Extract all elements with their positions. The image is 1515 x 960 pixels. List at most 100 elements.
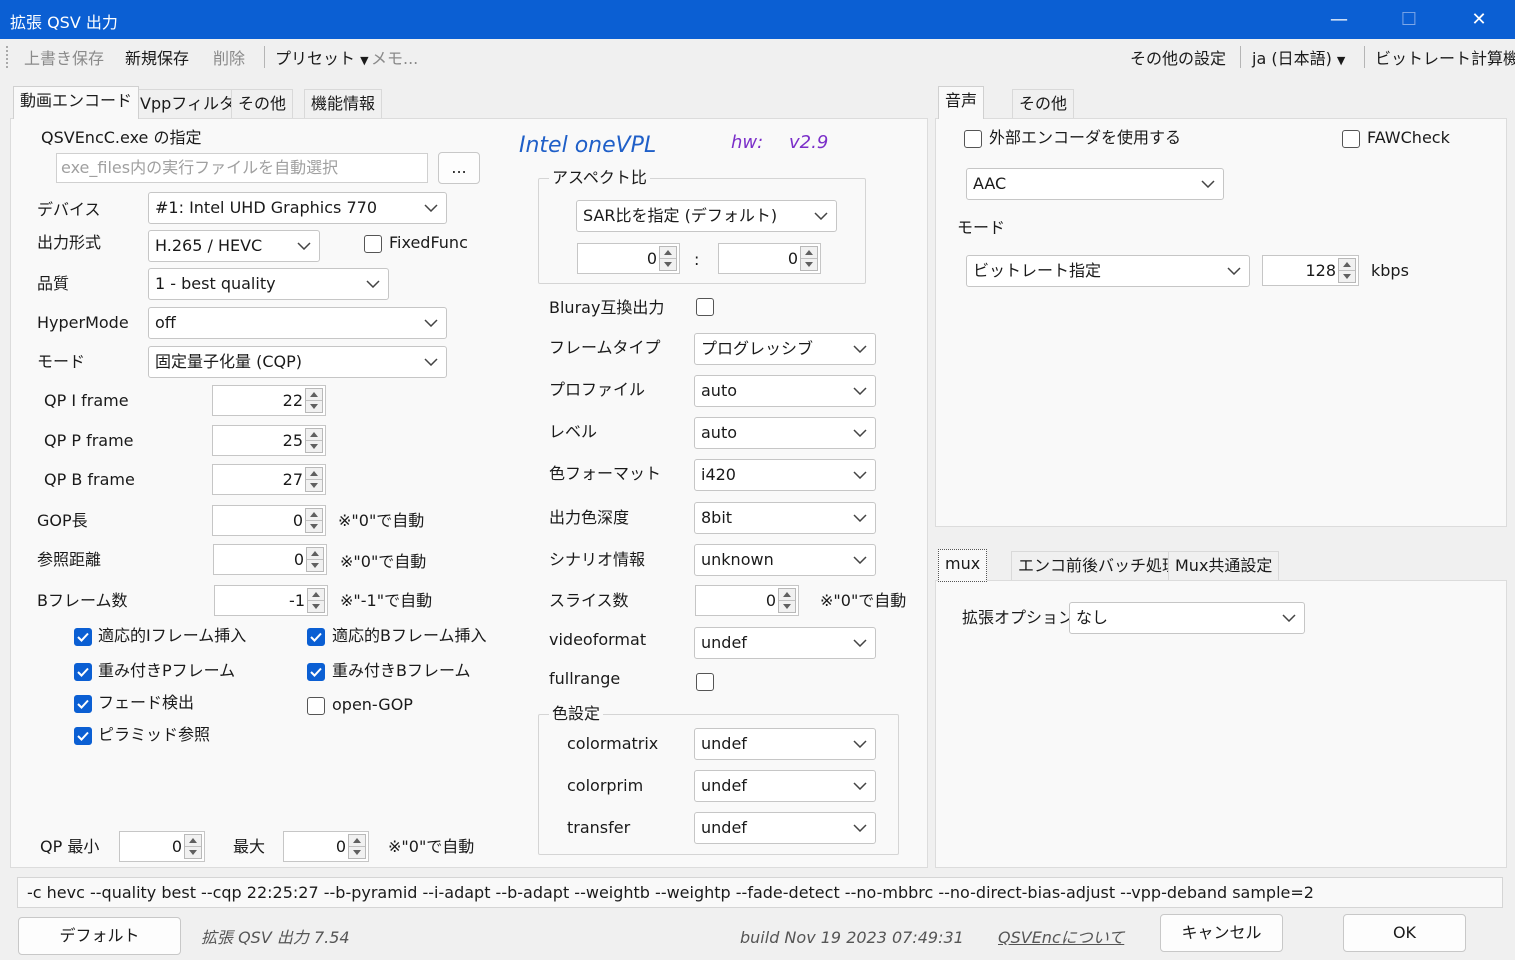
- device-select[interactable]: #1: Intel UHD Graphics 770: [148, 192, 447, 224]
- level-select[interactable]: auto: [694, 417, 876, 449]
- qp-max-label: 最大: [233, 837, 266, 856]
- qp-max-spinner[interactable]: 0: [283, 831, 369, 862]
- colorprim-select[interactable]: undef: [694, 770, 876, 802]
- delete-button[interactable]: 削除: [213, 45, 245, 69]
- spin-arrows-icon[interactable]: [306, 547, 324, 572]
- tab-video-encode[interactable]: 動画エンコード: [13, 86, 140, 119]
- ok-button[interactable]: OK: [1343, 914, 1466, 952]
- spin-arrows-icon[interactable]: [659, 246, 677, 271]
- slice-spinner[interactable]: 0: [695, 585, 799, 616]
- browse-button[interactable]: ...: [438, 152, 480, 184]
- chevron-down-icon: [364, 269, 382, 299]
- exe-path-input[interactable]: exe_files内の実行ファイルを自動選択: [56, 153, 428, 183]
- bframes-spinner[interactable]: -1: [214, 585, 328, 616]
- weighted-b-label: 重み付きBフレーム: [332, 661, 471, 680]
- cancel-button[interactable]: キャンセル: [1160, 914, 1283, 952]
- minimize-button[interactable]: —: [1304, 0, 1374, 39]
- frametype-select[interactable]: プログレッシブ: [694, 333, 876, 365]
- videoformat-select[interactable]: undef: [694, 627, 876, 659]
- audio-mode-select[interactable]: ビットレート指定: [966, 255, 1250, 287]
- audio-codec-select[interactable]: AAC: [966, 168, 1224, 200]
- audio-mode-label: モード: [957, 218, 1006, 237]
- new-save-button[interactable]: 新規保存: [125, 45, 189, 69]
- tab-mux[interactable]: mux: [938, 549, 988, 582]
- pyramid-checkbox[interactable]: [74, 727, 92, 745]
- spin-arrows-icon[interactable]: [348, 834, 366, 859]
- maximize-button[interactable]: ☐: [1374, 0, 1444, 39]
- tab-vpp-filter[interactable]: Vppフィルタ: [133, 89, 242, 119]
- spin-arrows-icon[interactable]: [305, 467, 323, 492]
- tab-mux-common[interactable]: Mux共通設定: [1168, 551, 1280, 581]
- default-button[interactable]: デフォルト: [18, 917, 181, 955]
- vpl-hw-version: v2.9: [789, 132, 829, 153]
- fixedfunc-checkbox[interactable]: [364, 235, 382, 253]
- fawcheck-checkbox[interactable]: [1342, 130, 1360, 148]
- tab-batch[interactable]: エンコ前後バッチ処理: [1011, 551, 1186, 581]
- output-format-select[interactable]: H.265 / HEVC: [148, 230, 320, 262]
- frametype-label: フレームタイプ: [549, 338, 661, 357]
- quality-select[interactable]: 1 - best quality: [148, 268, 389, 300]
- spin-arrows-icon[interactable]: [305, 428, 323, 453]
- tab-audio[interactable]: 音声: [938, 86, 985, 119]
- toolbar-grip: [6, 46, 9, 68]
- weighted-p-label: 重み付きPフレーム: [98, 661, 236, 680]
- fullrange-checkbox[interactable]: [696, 673, 714, 691]
- tab-other[interactable]: その他: [231, 89, 294, 119]
- weighted-b-checkbox[interactable]: [307, 663, 325, 681]
- other-settings-button[interactable]: その他の設定: [1130, 45, 1226, 69]
- overwrite-save-button[interactable]: 上書き保存: [24, 45, 104, 69]
- tab-audio-other[interactable]: その他: [1012, 89, 1075, 119]
- ref-distance-value: 0: [293, 550, 304, 569]
- spin-arrows-icon[interactable]: [778, 588, 796, 613]
- scenario-select[interactable]: unknown: [694, 544, 876, 576]
- spin-arrows-icon[interactable]: [184, 834, 202, 859]
- bluray-checkbox[interactable]: [696, 298, 714, 316]
- external-encoder-checkbox[interactable]: [964, 130, 982, 148]
- adaptive-b-checkbox[interactable]: [307, 628, 325, 646]
- hypermode-select[interactable]: off: [148, 307, 447, 339]
- ref-distance-spinner[interactable]: 0: [213, 544, 327, 575]
- slice-label: スライス数: [549, 591, 629, 610]
- spin-arrows-icon[interactable]: [800, 246, 818, 271]
- tab-feature-info[interactable]: 機能情報: [304, 89, 383, 119]
- open-gop-checkbox[interactable]: [307, 697, 325, 715]
- colorformat-select[interactable]: i420: [694, 459, 876, 491]
- qp-p-spinner[interactable]: 25: [212, 425, 326, 456]
- fade-detect-checkbox[interactable]: [74, 695, 92, 713]
- preset-dropdown[interactable]: プリセット ▼: [275, 45, 369, 69]
- spin-arrows-icon[interactable]: [305, 508, 323, 533]
- aspect-mode-select[interactable]: SAR比を指定 (デフォルト): [576, 200, 837, 232]
- adaptive-i-checkbox[interactable]: [74, 628, 92, 646]
- qp-i-spinner[interactable]: 22: [212, 385, 326, 416]
- memo-button[interactable]: メモ...: [371, 45, 418, 69]
- chevron-down-icon: [1280, 603, 1298, 633]
- close-button[interactable]: ✕: [1444, 0, 1514, 39]
- language-dropdown[interactable]: ja (日本語) ▼: [1252, 45, 1345, 69]
- colorprim-value: undef: [701, 776, 747, 795]
- mode-select[interactable]: 固定量子化量 (CQP): [148, 346, 447, 378]
- transfer-select[interactable]: undef: [694, 812, 876, 844]
- weighted-p-checkbox[interactable]: [74, 663, 92, 681]
- output-format-value: H.265 / HEVC: [155, 236, 263, 255]
- exe-label: QSVEncC.exe の指定: [41, 128, 202, 147]
- colormatrix-select[interactable]: undef: [694, 728, 876, 760]
- colormatrix-value: undef: [701, 734, 747, 753]
- bitrate-calc-button[interactable]: ビットレート計算機: [1375, 45, 1515, 69]
- spin-arrows-icon[interactable]: [1338, 258, 1356, 283]
- profile-select[interactable]: auto: [694, 375, 876, 407]
- language-label: ja (日本語): [1252, 49, 1332, 68]
- bitdepth-select[interactable]: 8bit: [694, 502, 876, 534]
- spin-arrows-icon[interactable]: [307, 588, 325, 613]
- ref-distance-note: ※"0"で自動: [340, 552, 427, 571]
- qp-min-spinner[interactable]: 0: [119, 831, 205, 862]
- spin-arrows-icon[interactable]: [305, 388, 323, 413]
- qp-b-spinner[interactable]: 27: [212, 464, 326, 495]
- chevron-down-icon: [851, 503, 869, 533]
- about-link[interactable]: QSVEncについて: [998, 928, 1124, 948]
- checkmark-icon: [310, 667, 322, 677]
- ext-option-select[interactable]: なし: [1069, 602, 1305, 634]
- aspect-height-spinner[interactable]: 0: [718, 243, 821, 274]
- aspect-width-spinner[interactable]: 0: [577, 243, 680, 274]
- audio-bitrate-spinner[interactable]: 128: [1262, 255, 1359, 286]
- gop-spinner[interactable]: 0: [212, 505, 326, 536]
